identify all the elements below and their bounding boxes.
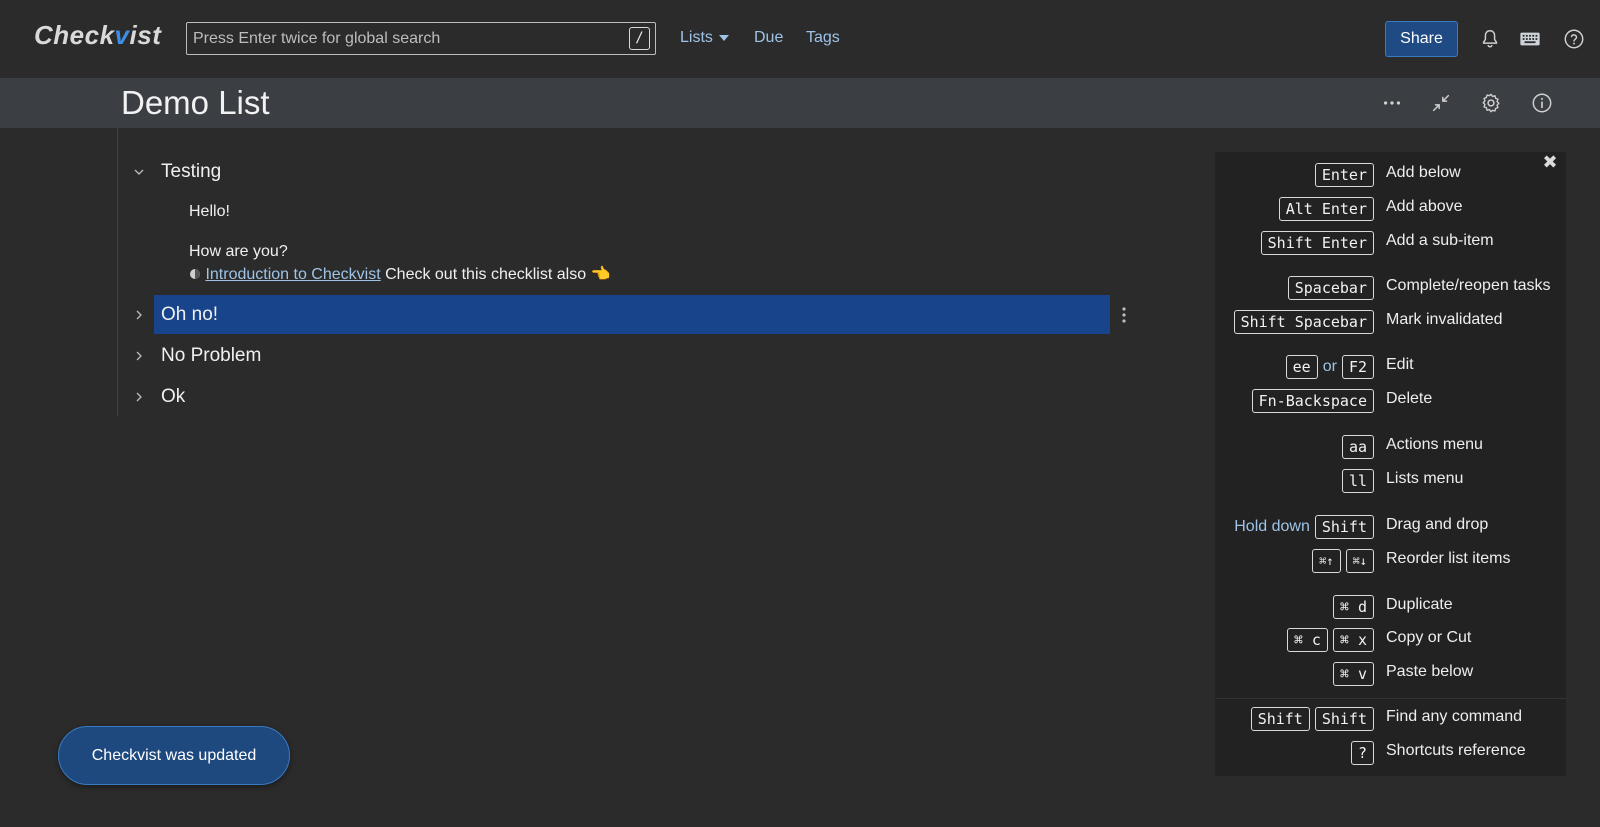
- shortcut-description: Find any command: [1386, 708, 1523, 725]
- nav-tags-link[interactable]: Tags: [806, 29, 840, 47]
- logo-accent: v: [114, 20, 130, 50]
- chevron-down-icon[interactable]: [134, 167, 144, 177]
- shortcut-key: F2: [1341, 355, 1374, 379]
- shortcut-description: Lists menu: [1386, 470, 1464, 487]
- outline-guide-line: [117, 128, 118, 416]
- chevron-right-icon[interactable]: [134, 351, 144, 361]
- info-icon[interactable]: [1531, 92, 1553, 114]
- note-text: Check out this checklist also 👈: [385, 266, 611, 283]
- shortcut-row: Hold down Shift Drag and drop: [1215, 514, 1566, 540]
- help-icon[interactable]: [1563, 28, 1585, 50]
- shortcut-row: ⌘ c ⌘ x Copy or Cut: [1215, 627, 1566, 653]
- shortcut-description: Copy or Cut: [1386, 629, 1472, 646]
- shortcut-row: ⌘↑ ⌘↓ Reorder list items: [1215, 548, 1566, 574]
- chevron-right-icon[interactable]: [134, 392, 144, 402]
- shortcut-key: Shift: [1250, 707, 1310, 731]
- shortcut-joiner: or: [1322, 358, 1337, 375]
- shortcut-key: ⌘ d: [1332, 595, 1374, 619]
- shortcut-row: Shift Shift Find any command: [1215, 706, 1566, 732]
- shortcut-key: ⌘↑: [1312, 549, 1341, 573]
- top-bar: Checkvist / Lists Due Tags Share: [0, 0, 1600, 78]
- more-icon[interactable]: [1381, 92, 1403, 114]
- selected-row-highlight[interactable]: [154, 295, 1110, 334]
- share-button[interactable]: Share: [1385, 21, 1458, 57]
- shortcut-key: ⌘ c: [1286, 628, 1328, 652]
- shortcut-key: Shift: [1314, 707, 1374, 731]
- shortcut-description: Duplicate: [1386, 596, 1453, 613]
- shortcut-row: ee or F2 Edit: [1215, 354, 1566, 380]
- shortcut-key: ⌘ x: [1332, 628, 1374, 652]
- shortcut-key: Shift Spacebar: [1233, 310, 1374, 334]
- list-title-bar: Demo List: [0, 78, 1600, 128]
- shortcut-key: Enter: [1314, 163, 1374, 187]
- shortcut-row: aa Actions menu: [1215, 434, 1566, 460]
- shortcut-description: Add below: [1386, 164, 1461, 181]
- list-item-oh-no[interactable]: Oh no!: [161, 304, 218, 326]
- shortcut-key: ⌘↓: [1345, 549, 1374, 573]
- gear-icon[interactable]: [1480, 92, 1502, 114]
- list-item-no-problem[interactable]: No Problem: [161, 345, 261, 367]
- item-menu-icon[interactable]: [1122, 307, 1126, 323]
- shortcut-key: ?: [1350, 741, 1374, 765]
- caret-down-icon: [718, 34, 729, 41]
- collapse-icon[interactable]: [1430, 92, 1452, 114]
- list-item-testing[interactable]: Testing: [161, 161, 221, 183]
- shortcut-key: aa: [1341, 435, 1374, 459]
- introduction-link[interactable]: Introduction to Checkvist: [205, 266, 380, 283]
- panel-divider: [1215, 698, 1566, 699]
- shortcut-key: ⌘ v: [1332, 662, 1374, 686]
- list-item-ok[interactable]: Ok: [161, 386, 185, 408]
- shortcut-row: Enter Add below: [1215, 162, 1566, 188]
- search-box: /: [186, 22, 656, 55]
- shortcut-row: ll Lists menu: [1215, 468, 1566, 494]
- shortcut-description: Add above: [1386, 198, 1463, 215]
- logo[interactable]: Checkvist: [34, 20, 161, 51]
- shortcut-key: ll: [1341, 469, 1374, 493]
- shortcut-description: Shortcuts reference: [1386, 742, 1526, 759]
- list-item-hello[interactable]: Hello!: [189, 203, 230, 221]
- shortcut-description: Delete: [1386, 390, 1433, 407]
- shortcut-description: Drag and drop: [1386, 516, 1489, 533]
- shortcut-prefix: Hold down: [1234, 518, 1310, 535]
- shortcut-row: Spacebar Complete/reopen tasks: [1215, 275, 1566, 301]
- nav-lists-label: Lists: [680, 29, 713, 46]
- shortcut-key: Alt Enter: [1278, 197, 1374, 221]
- search-shortcut-key: /: [629, 27, 650, 50]
- shortcut-description: Edit: [1386, 356, 1414, 373]
- logo-text-end: ist: [129, 20, 162, 50]
- list-item-note: Introduction to Checkvist Check out this…: [189, 264, 610, 284]
- shortcut-description: Actions menu: [1386, 436, 1483, 453]
- list-item-how-are-you[interactable]: How are you?: [189, 243, 288, 261]
- shortcut-row: ⌘ d Duplicate: [1215, 594, 1566, 620]
- shortcut-key: Fn-Backspace: [1251, 389, 1374, 413]
- shortcut-row: ⌘ v Paste below: [1215, 661, 1566, 687]
- shortcut-key: Spacebar: [1287, 276, 1374, 300]
- keyboard-icon[interactable]: [1519, 28, 1541, 50]
- update-toast[interactable]: Checkvist was updated: [58, 726, 290, 785]
- shortcut-description: Add a sub-item: [1386, 232, 1494, 249]
- bell-icon[interactable]: [1479, 28, 1501, 50]
- logo-text-start: Check: [34, 20, 115, 50]
- shortcut-row: Alt Enter Add above: [1215, 196, 1566, 222]
- shortcut-row: Shift Spacebar Mark invalidated: [1215, 309, 1566, 335]
- shortcut-row: Shift Enter Add a sub-item: [1215, 230, 1566, 256]
- search-input[interactable]: [193, 23, 613, 54]
- checkvist-link-icon: [190, 269, 200, 279]
- shortcut-key: ee: [1285, 355, 1318, 379]
- chevron-right-icon[interactable]: [134, 310, 144, 320]
- nav-due-link[interactable]: Due: [754, 29, 783, 47]
- page-title[interactable]: Demo List: [121, 84, 270, 122]
- nav-lists-dropdown[interactable]: Lists: [680, 29, 729, 47]
- shortcut-description: Mark invalidated: [1386, 311, 1503, 328]
- shortcut-description: Complete/reopen tasks: [1386, 277, 1551, 294]
- shortcut-row: ? Shortcuts reference: [1215, 740, 1566, 766]
- shortcut-description: Paste below: [1386, 663, 1474, 680]
- shortcut-key: Shift: [1314, 515, 1374, 539]
- shortcut-key: Shift Enter: [1260, 231, 1374, 255]
- shortcut-row: Fn-Backspace Delete: [1215, 388, 1566, 414]
- shortcut-description: Reorder list items: [1386, 550, 1511, 567]
